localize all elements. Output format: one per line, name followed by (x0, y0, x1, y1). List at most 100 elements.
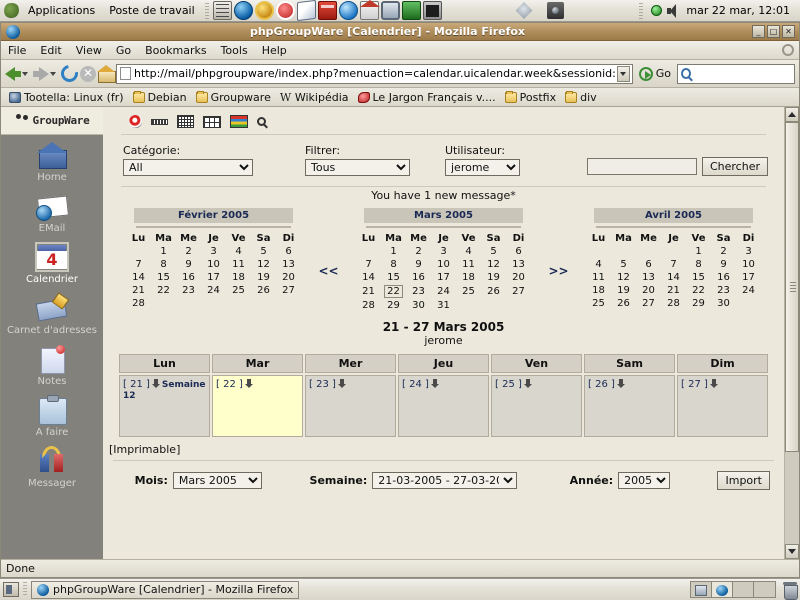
close-button[interactable]: ✕ (782, 25, 795, 38)
day-cell[interactable]: 19 (251, 271, 276, 284)
day-cell[interactable] (276, 297, 301, 310)
text-editor-icon[interactable] (296, 0, 316, 22)
monitor-icon[interactable] (380, 1, 400, 20)
day-cell[interactable]: 12 (481, 258, 506, 271)
printable-link[interactable]: [Imprimable] (103, 439, 784, 456)
day-cell[interactable]: 24 (431, 284, 456, 299)
clock-icon[interactable] (254, 1, 274, 20)
day-cell[interactable]: 22 (151, 284, 176, 297)
search-bar[interactable] (677, 63, 795, 84)
import-button[interactable]: Import (717, 471, 770, 490)
groupware-logo[interactable]: GroupWare (1, 107, 103, 135)
day-view-icon[interactable] (129, 115, 142, 128)
column-header-sam[interactable]: Sam (584, 354, 675, 373)
day-cell[interactable]: 16 (711, 271, 736, 284)
forward-dropdown-icon[interactable] (50, 71, 56, 76)
terminal-green-icon[interactable] (401, 1, 421, 20)
workspace-3[interactable] (733, 582, 754, 597)
back-dropdown-icon[interactable] (22, 71, 28, 76)
window-titlebar[interactable]: phpGroupWare [Calendrier] - Mozilla Fire… (1, 23, 799, 41)
add-event-icon[interactable] (337, 379, 346, 388)
bookmark-tootella[interactable]: Tootella: Linux (fr) (5, 91, 128, 104)
mini-calendar-title[interactable]: Avril 2005 (594, 208, 753, 223)
day-cell[interactable]: 22 (686, 284, 711, 297)
day-number[interactable]: [ 21 ] (123, 379, 150, 390)
gnome-foot-icon[interactable] (2, 1, 21, 20)
day-cell[interactable]: 10 (736, 258, 761, 271)
day-cell[interactable] (126, 245, 151, 258)
day-number[interactable]: [ 22 ] (216, 379, 243, 390)
taskbar-button-firefox[interactable]: phpGroupWare [Calendrier] - Mozilla Fire… (31, 580, 300, 599)
day-cell[interactable]: 12 (251, 258, 276, 271)
day-cell-23[interactable]: [ 23 ] (305, 375, 396, 437)
volume-icon[interactable] (667, 3, 682, 18)
trash-icon[interactable] (783, 581, 798, 600)
menu-file[interactable]: File (1, 41, 33, 60)
url-text[interactable]: http://mail/phpgroupware/index.php?menua… (134, 67, 617, 80)
show-desktop-icon[interactable] (3, 582, 19, 597)
day-cell[interactable] (151, 297, 176, 310)
day-cell[interactable]: 13 (276, 258, 301, 271)
browser-search-input[interactable] (691, 66, 791, 81)
day-cell[interactable]: 4 (586, 258, 611, 271)
scrollbar-thumb[interactable] (785, 122, 799, 452)
day-cell[interactable] (251, 297, 276, 310)
day-cell[interactable]: 3 (431, 245, 456, 258)
home-folder-icon[interactable] (359, 0, 380, 20)
day-cell[interactable] (176, 297, 201, 310)
day-cell[interactable]: 28 (356, 299, 381, 312)
day-cell[interactable]: 12 (611, 271, 636, 284)
workspace-switcher[interactable] (690, 581, 776, 598)
day-cell[interactable]: 31 (431, 299, 456, 312)
web-browser-icon[interactable] (233, 1, 253, 20)
add-event-icon[interactable] (523, 379, 532, 388)
day-cell[interactable]: 9 (711, 258, 736, 271)
day-cell[interactable]: 25 (226, 284, 251, 297)
bookmark-div[interactable]: div (561, 90, 601, 104)
day-cell[interactable] (481, 299, 506, 312)
day-cell[interactable]: 24 (736, 284, 761, 297)
search-icon[interactable] (257, 117, 266, 126)
bookmark-wikipedia[interactable]: W Wikipédia (276, 91, 353, 104)
day-cell[interactable]: 2 (176, 245, 201, 258)
new-message-notice[interactable]: You have 1 new message* (103, 187, 784, 206)
day-cell[interactable]: 25 (456, 284, 481, 299)
prev-month-button[interactable]: << (301, 208, 356, 278)
day-cell[interactable]: 14 (126, 271, 151, 284)
day-cell[interactable] (586, 245, 611, 258)
day-cell[interactable]: 6 (506, 245, 531, 258)
day-cell[interactable]: 18 (586, 284, 611, 297)
add-event-icon[interactable] (709, 379, 718, 388)
day-cell[interactable]: 27 (636, 297, 661, 310)
day-cell-25[interactable]: [ 25 ] (491, 375, 582, 437)
workspace-2[interactable] (712, 582, 733, 597)
week-view-icon[interactable] (177, 115, 194, 128)
day-cell[interactable]: 11 (586, 271, 611, 284)
forward-button[interactable] (33, 66, 59, 81)
page-scrollbar[interactable] (784, 107, 799, 559)
chercher-button[interactable]: Chercher (701, 157, 768, 176)
bookmark-debian[interactable]: Debian (129, 90, 191, 104)
menu-go[interactable]: Go (109, 41, 138, 60)
day-cell[interactable]: 8 (151, 258, 176, 271)
clock[interactable]: mar 22 mar, 12:01 (686, 4, 796, 17)
places-menu[interactable]: Poste de travail (102, 4, 201, 17)
day-number[interactable]: [ 23 ] (309, 379, 336, 390)
search-input[interactable] (586, 158, 697, 175)
url-bar[interactable]: http://mail/phpgroupware/index.php?menua… (116, 63, 633, 84)
sidebar-item-a-faire[interactable]: A faire (1, 390, 103, 441)
day-cell[interactable]: 9 (176, 258, 201, 271)
mini-calendar-title[interactable]: Mars 2005 (364, 208, 523, 223)
day-cell[interactable]: 5 (611, 258, 636, 271)
column-header-jeu[interactable]: Jeu (398, 354, 489, 373)
day-cell-today[interactable]: 22 (381, 284, 406, 299)
mois-select[interactable]: Mars 2005 (172, 472, 263, 489)
day-cell[interactable]: 7 (356, 258, 381, 271)
filter-select[interactable]: Tous (305, 159, 410, 176)
back-button[interactable] (5, 66, 31, 81)
add-event-icon[interactable] (616, 379, 625, 388)
mini-calendar-title[interactable]: Février 2005 (134, 208, 293, 223)
day-cell[interactable]: 10 (201, 258, 226, 271)
day-cell[interactable] (456, 299, 481, 312)
day-cell[interactable]: 30 (406, 299, 431, 312)
